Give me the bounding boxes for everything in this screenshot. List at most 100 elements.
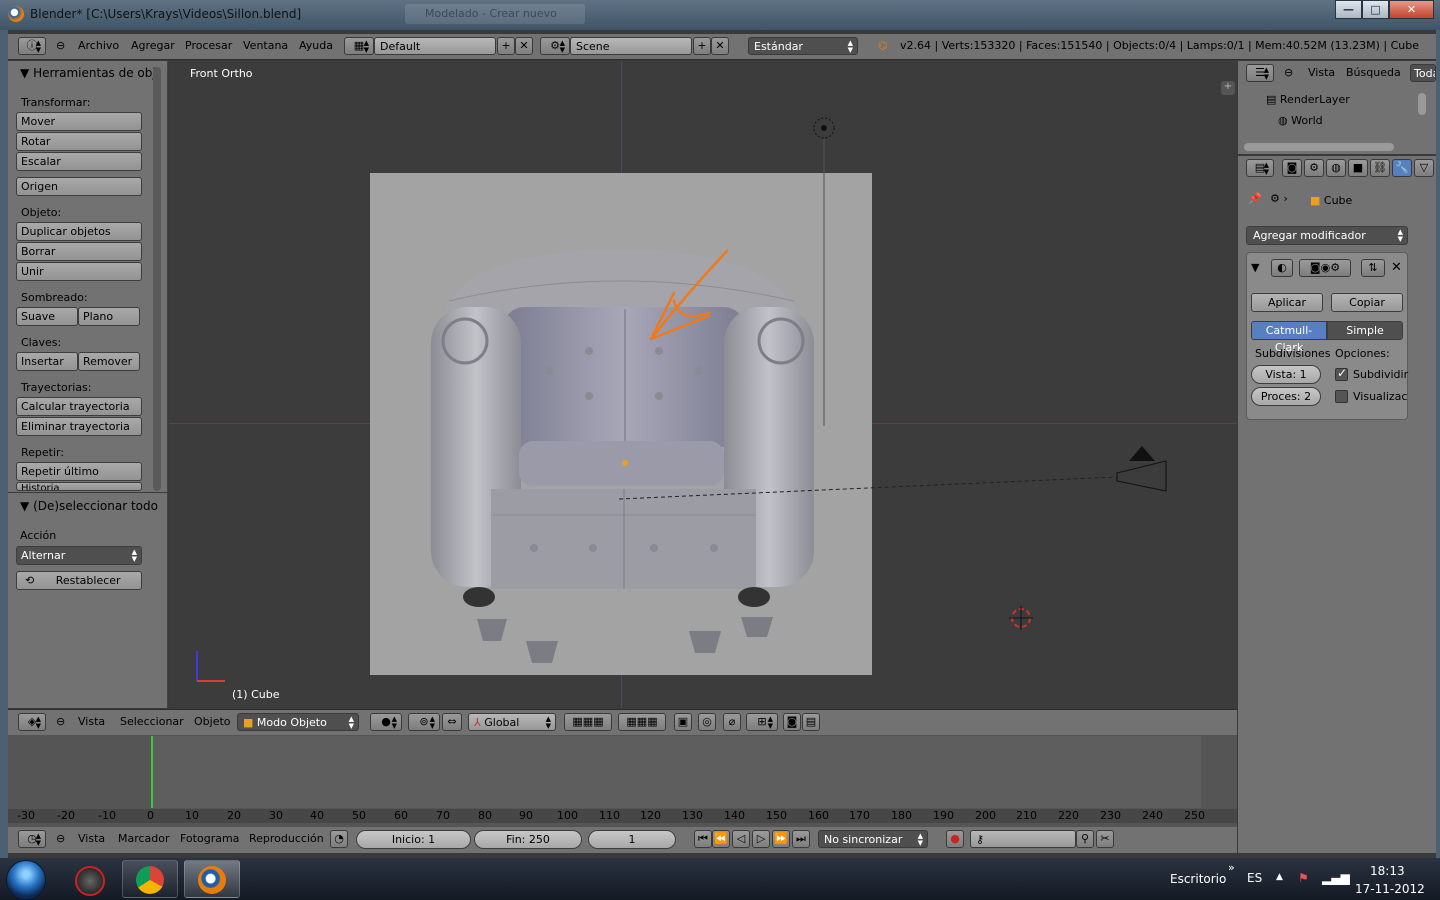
delete-screen-icon[interactable]: ✕ [515, 37, 533, 55]
plano-button[interactable]: Plano [78, 307, 140, 326]
insertar-button[interactable]: Insertar [16, 352, 78, 371]
collapse-menu-icon[interactable]: ⊖ [56, 715, 65, 728]
timeline-editor-type-button[interactable]: ◷ ▲ ▼ [18, 830, 46, 848]
modifier-name-field[interactable]: ◐ [1271, 259, 1293, 277]
data-tab-icon[interactable]: ▽ [1414, 159, 1434, 177]
suave-button[interactable]: Suave [16, 307, 78, 326]
optimal-display-checkbox[interactable] [1335, 390, 1348, 403]
menu-busqueda[interactable]: Búsqueda [1346, 66, 1401, 79]
insert-keyframe-icon[interactable]: ⚲ [1076, 830, 1094, 848]
menu-objeto[interactable]: Objeto [194, 715, 231, 728]
escalar-button[interactable]: Escalar [16, 152, 142, 171]
collapse-menu-icon[interactable]: ⊖ [56, 832, 65, 845]
object-tab-icon[interactable]: ■ [1348, 159, 1368, 177]
outliner-editor-type-button[interactable]: ☰ ▲ ▼ [1246, 64, 1274, 82]
add-modifier-select[interactable]: Agregar modificador ▲ ▼ [1246, 226, 1408, 245]
screen-layout-icon[interactable]: ▦ ▲ ▼ [344, 37, 374, 55]
outliner-h-scrollbar[interactable] [1244, 143, 1394, 151]
network-icon[interactable]: ▂▄▆ [1322, 871, 1350, 885]
catmull-clark-toggle[interactable]: Catmull-Clark [1251, 321, 1327, 354]
menu-timeline-vista[interactable]: Vista [78, 832, 105, 845]
clock-date[interactable]: 17-11-2012 [1355, 882, 1425, 896]
render-levels-field[interactable]: Proces: 2 [1251, 387, 1321, 406]
render-animation-icon[interactable]: ▤ [802, 713, 820, 731]
proportional-edit-icon[interactable]: ◎ [698, 713, 716, 731]
timeline-ruler[interactable]: -30 -20 -10 0 10 20 30 40 50 60 70 80 90… [8, 809, 1237, 823]
outliner-scrollbar[interactable] [1418, 93, 1426, 115]
manipulator-icon[interactable]: ⇔ [442, 713, 462, 731]
historia-button[interactable]: Historia [16, 482, 142, 491]
operator-panel-title[interactable]: ▼ (De)seleccionar todo [20, 499, 158, 513]
timeline-frame-area[interactable] [151, 736, 1201, 808]
next-keyframe-icon[interactable]: ⏩ [772, 830, 790, 848]
menu-reproduccion[interactable]: Reproducción [249, 832, 324, 845]
scene-tab-icon[interactable]: ⚙ [1304, 159, 1324, 177]
origen-button[interactable]: Origen [16, 177, 142, 196]
menu-marcador[interactable]: Marcador [118, 832, 170, 845]
world-tab-icon[interactable]: ◍ [1326, 159, 1346, 177]
outliner-item-renderlayer[interactable]: ▤ RenderLayer [1266, 93, 1350, 106]
modifier-visibility-toggles[interactable]: ◙◉⚙ [1299, 259, 1351, 277]
modifier-collapse-icon[interactable]: ▼ [1251, 261, 1259, 274]
menu-vista[interactable]: Vista [78, 715, 105, 728]
tool-shelf-title[interactable]: ▼ Herramientas de obj [20, 66, 156, 80]
menu-archivo[interactable]: Archivo [78, 39, 119, 52]
duplicar-objetos-button[interactable]: Duplicar objetos [16, 222, 142, 241]
modifiers-tab-icon[interactable]: 🔧 [1392, 159, 1412, 177]
jump-end-icon[interactable]: ⏭ [792, 830, 810, 848]
jump-start-icon[interactable]: ⏮ [694, 830, 712, 848]
viewport-shading-icon[interactable]: ● ▲ ▼ [370, 713, 402, 731]
current-frame-marker[interactable] [151, 736, 153, 808]
rotar-button[interactable]: Rotar [16, 132, 142, 151]
outliner-item-world[interactable]: ◍ World [1278, 114, 1323, 127]
repetir-ultimo-button[interactable]: Repetir último [16, 462, 142, 481]
add-scene-icon[interactable]: + [693, 37, 711, 55]
remove-modifier-icon[interactable]: ✕ [1391, 260, 1402, 275]
taskbar-blender[interactable] [184, 860, 240, 898]
mover-button[interactable]: Mover [16, 112, 142, 131]
apply-button[interactable]: Aplicar [1251, 293, 1323, 312]
display-mode-select[interactable]: Toda [1410, 64, 1436, 82]
properties-editor-type-button[interactable]: ▤ ▲ ▼ [1246, 159, 1274, 177]
sync-mode-select[interactable]: No sincronizar ▲ ▼ [818, 830, 928, 848]
remover-button[interactable]: Remover [78, 352, 140, 371]
background-window-tab[interactable]: Modelado - Crear nuevo [405, 4, 585, 24]
toggle-properties-icon[interactable]: + [1221, 81, 1235, 95]
snap-toggle-icon[interactable]: ⌀ [723, 713, 741, 731]
borrar-button[interactable]: Borrar [16, 242, 142, 261]
taskbar-app-7[interactable] [64, 860, 116, 898]
viewport-editor-type-button[interactable]: ◈ ▲ ▼ [18, 713, 46, 731]
copy-button[interactable]: Copiar [1331, 293, 1403, 312]
constraints-tab-icon[interactable]: ⛓ [1370, 159, 1390, 177]
outliner[interactable]: ▤ RenderLayer ◍ World [1238, 87, 1436, 154]
layers-grid-2[interactable]: ▦▦▦ [618, 713, 666, 731]
scene-field[interactable]: Scene [570, 37, 692, 55]
current-frame-field[interactable]: 1 [588, 830, 676, 849]
keying-set-field[interactable]: ⚷ [970, 830, 1076, 848]
scene-icon[interactable]: ⚙ ▲ ▼ [540, 37, 570, 55]
pivot-point-icon[interactable]: ⊚ ▲ ▼ [408, 713, 440, 731]
menu-procesar[interactable]: Procesar [185, 39, 232, 52]
render-preview-icon[interactable]: ◙ [783, 713, 801, 731]
add-screen-icon[interactable]: + [497, 37, 515, 55]
render-tab-icon[interactable]: ◙ [1282, 159, 1302, 177]
armchair-model[interactable] [169, 61, 1237, 708]
maximize-button[interactable]: □ [1362, 0, 1389, 19]
desktop-toolbar[interactable]: Escritorio [1170, 872, 1226, 886]
simple-toggle[interactable]: Simple [1327, 321, 1403, 340]
info-editor-type-button[interactable]: ⓘ ▲ ▼ [18, 37, 46, 55]
accion-select[interactable]: Alternar ▲ ▼ [16, 546, 142, 565]
restablecer-button[interactable]: ⟲ Restablecer [16, 571, 142, 590]
taskbar-chrome[interactable] [122, 860, 178, 898]
start-frame-field[interactable]: Inicio: 1 [356, 830, 471, 849]
action-center-icon[interactable]: ⚑ [1298, 871, 1309, 885]
timeline[interactable]: -30 -20 -10 0 10 20 30 40 50 60 70 80 90… [8, 735, 1237, 827]
snap-element-icon[interactable]: ⊞ ▲ ▼ [746, 713, 778, 731]
menu-ayuda[interactable]: Ayuda [299, 39, 333, 52]
menu-ventana[interactable]: Ventana [243, 39, 288, 52]
end-frame-field[interactable]: Fin: 250 [474, 830, 582, 849]
tool-shelf-scrollbar[interactable] [153, 67, 161, 491]
layer-lock-icon[interactable]: ▣ [674, 713, 692, 731]
toolbar-overflow-icon[interactable]: » [1228, 861, 1235, 874]
subdivide-uv-checkbox[interactable] [1335, 366, 1348, 381]
